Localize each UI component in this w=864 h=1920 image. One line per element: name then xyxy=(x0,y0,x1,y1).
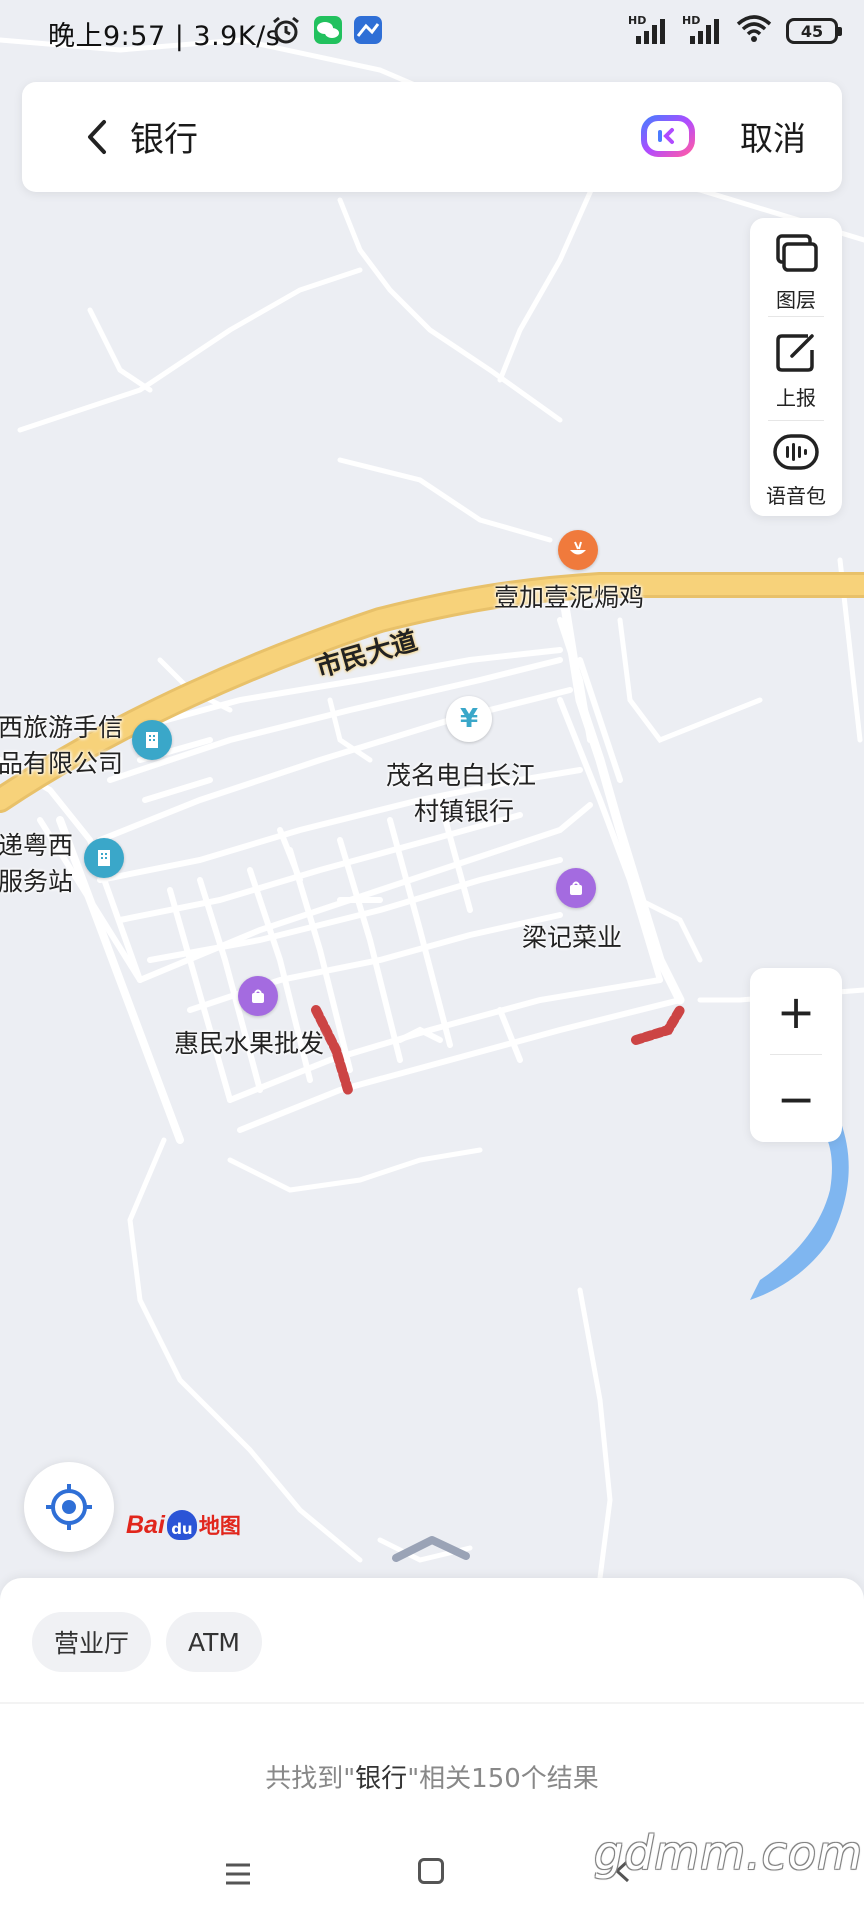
watermark-text: gdmm.com xyxy=(594,1826,863,1880)
status-net-speed: 3.9K/s xyxy=(193,21,281,52)
building-poi-icon-express[interactable] xyxy=(84,838,124,878)
layers-label: 图层 xyxy=(776,288,816,312)
poi-bank-label-line1[interactable]: 茂名电白长江 xyxy=(386,756,536,792)
zoom-out-button[interactable]: − xyxy=(750,1055,842,1142)
status-bar: 晚上9:57 | 3.9K/s HD HD 45 xyxy=(0,0,864,64)
zoom-in-button[interactable]: + xyxy=(750,968,842,1055)
building-poi-icon-travel[interactable] xyxy=(132,720,172,760)
restaurant-poi-icon[interactable] xyxy=(558,530,598,570)
result-keyword: 银行 xyxy=(355,1764,408,1794)
poi-travel-label-line1[interactable]: 西旅游手信 xyxy=(0,708,123,744)
baidu-map-logo: Bai du 地图 xyxy=(126,1510,241,1540)
tools-divider xyxy=(768,420,824,421)
poi-bank-label-line2[interactable]: 村镇银行 xyxy=(414,792,514,828)
voice-pack-button[interactable]: 语音包 xyxy=(750,432,842,509)
alarm-icon xyxy=(270,14,302,50)
search-bar: 银行 取消 xyxy=(22,82,842,192)
status-separator: | xyxy=(174,21,194,52)
layers-button[interactable]: 图层 xyxy=(750,232,842,313)
locate-me-button[interactable] xyxy=(24,1462,114,1552)
voice-pack-label: 语音包 xyxy=(766,484,826,508)
search-query-text[interactable]: 银行 xyxy=(130,112,198,161)
shop-poi-icon-veg[interactable] xyxy=(556,868,596,908)
zoom-controls: + − xyxy=(750,968,842,1142)
poi-veg-label[interactable]: 梁记菜业 xyxy=(522,918,622,954)
report-label: 上报 xyxy=(776,386,816,410)
shop-poi-icon-fruit[interactable] xyxy=(238,976,278,1016)
bank-poi-icon[interactable]: ¥ xyxy=(446,696,492,742)
signal-icon-2: HD xyxy=(682,14,722,46)
filter-chip-atm[interactable]: ATM xyxy=(166,1612,263,1672)
wechat-icon xyxy=(312,14,344,50)
cancel-button[interactable]: 取消 xyxy=(740,112,806,160)
ai-assistant-icon[interactable] xyxy=(638,106,698,166)
poi-restaurant-label[interactable]: 壹加壹泥焗鸡 xyxy=(494,578,644,614)
crosshair-icon xyxy=(46,1484,92,1530)
status-time: 晚上9:57 xyxy=(48,21,166,52)
map-tools-panel: 图层 上报 语音包 xyxy=(750,218,842,516)
result-count-text: 共找到"银行"相关150个结果 xyxy=(265,1764,599,1794)
app-notification-icon xyxy=(352,14,384,50)
signal-icon-1: HD xyxy=(628,14,668,46)
poi-travel-label-line2[interactable]: 品有限公司 xyxy=(0,744,123,780)
edit-report-icon xyxy=(776,334,814,372)
poi-express-label-line1[interactable]: 递粤西 xyxy=(0,826,73,862)
wifi-icon xyxy=(736,14,772,48)
back-arrow-icon[interactable] xyxy=(70,110,124,164)
filter-chip-business-hall[interactable]: 营业厅 xyxy=(32,1612,152,1672)
menu-icon[interactable] xyxy=(224,1862,252,1886)
poi-fruit-label[interactable]: 惠民水果批发 xyxy=(174,1024,324,1060)
home-icon[interactable] xyxy=(418,1858,444,1884)
poi-express-label-line2[interactable]: 服务站 xyxy=(0,862,73,898)
paw-icon: du xyxy=(166,1510,197,1540)
layers-icon xyxy=(776,234,818,272)
report-button[interactable]: 上报 xyxy=(750,330,842,411)
tools-divider xyxy=(768,316,824,317)
voice-pack-icon xyxy=(773,434,819,470)
sheet-divider xyxy=(0,1702,864,1704)
battery-icon: 45 xyxy=(786,18,842,44)
